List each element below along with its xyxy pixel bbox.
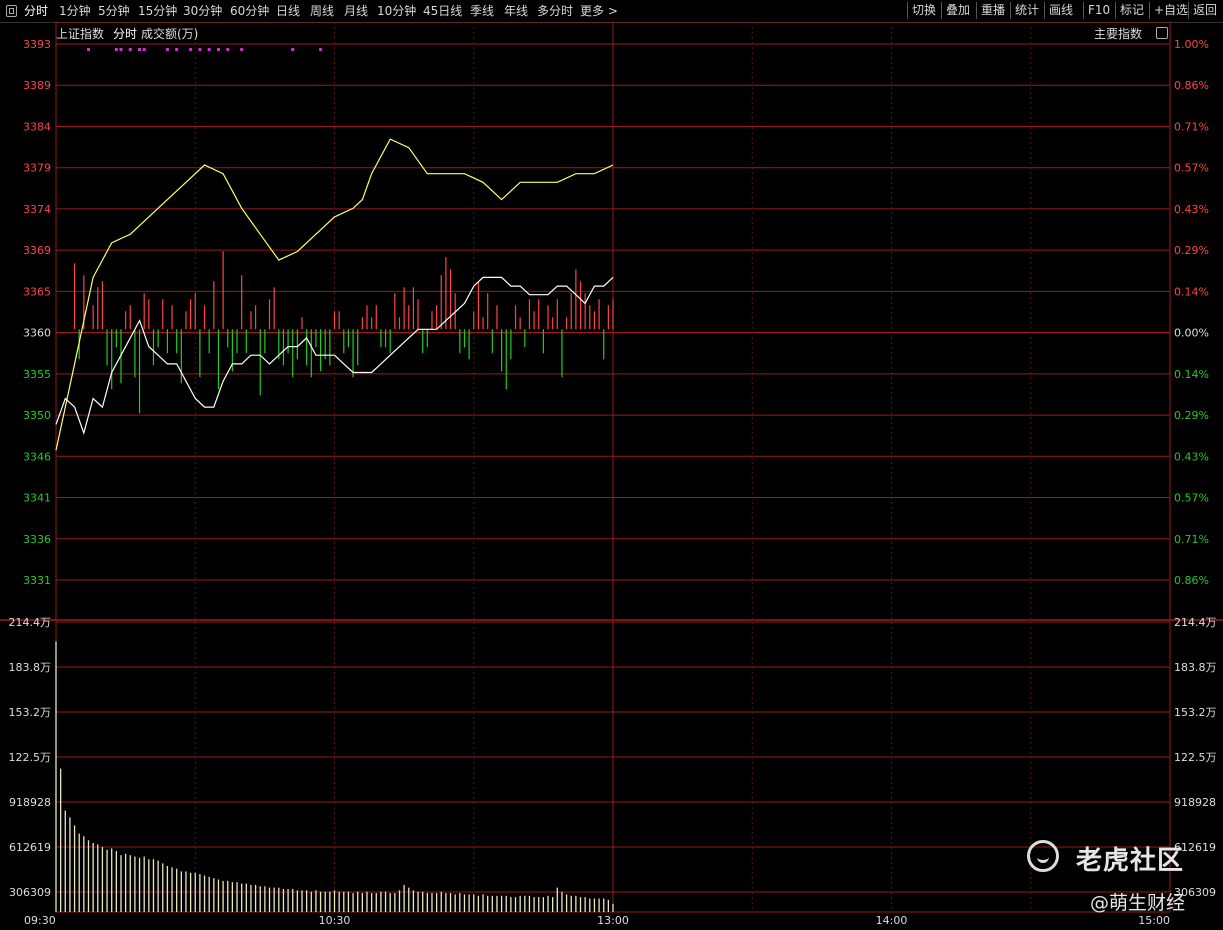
volume-tick-label: 612619 xyxy=(9,841,51,854)
price-tick-label: 3379 xyxy=(23,162,51,175)
event-marker xyxy=(319,48,323,51)
event-marker xyxy=(119,48,123,51)
volume-tick-label-right: 153.2万 xyxy=(1174,706,1217,719)
watermark-author: @萌生财经 xyxy=(1090,892,1186,914)
volume-tick-label-right: 122.5万 xyxy=(1174,751,1217,764)
tool-1[interactable]: 叠加 xyxy=(941,2,974,19)
panel-toggle-icon[interactable] xyxy=(6,5,17,17)
event-marker xyxy=(165,48,169,51)
tab-2[interactable]: 5分钟 xyxy=(98,3,130,19)
event-marker xyxy=(207,48,211,51)
price-tick-label: 3350 xyxy=(23,409,51,422)
pct-tick-label: 0.29% xyxy=(1174,409,1209,422)
event-marker xyxy=(138,48,142,51)
event-marker xyxy=(86,48,90,51)
price-tick-label: 3355 xyxy=(23,368,51,381)
pct-tick-label: 0.29% xyxy=(1174,244,1209,257)
price-tick-label: 3374 xyxy=(23,203,51,216)
event-marker xyxy=(291,48,295,51)
volume-tick-label: 306309 xyxy=(9,886,51,899)
tool-5[interactable]: F10 xyxy=(1083,2,1114,19)
price-tick-label: 3360 xyxy=(23,327,51,340)
tab-12[interactable]: 年线 xyxy=(504,3,528,19)
time-tick-label: 10:30 xyxy=(319,914,351,927)
tab-10[interactable]: 45日线 xyxy=(423,3,462,19)
pct-tick-label: 0.00% xyxy=(1174,327,1209,340)
event-marker xyxy=(128,48,132,51)
price-tick-label: 3389 xyxy=(23,79,51,92)
price-tick-label: 3369 xyxy=(23,244,51,257)
pct-tick-label: 0.57% xyxy=(1174,492,1209,505)
tool-8[interactable]: 返回 xyxy=(1188,2,1221,19)
event-marker xyxy=(175,48,179,51)
tool-7[interactable]: +自选 xyxy=(1149,2,1192,19)
pct-tick-label: 0.14% xyxy=(1174,368,1209,381)
pct-tick-label: 1.00% xyxy=(1174,38,1209,51)
event-marker xyxy=(114,48,118,51)
event-marker xyxy=(198,48,202,51)
time-tick-label: 13:00 xyxy=(597,914,629,927)
time-tick-label: 09:30 xyxy=(24,914,56,927)
indicator-label[interactable]: 成交额(万) xyxy=(141,25,198,42)
price-tick-label: 3393 xyxy=(23,38,51,51)
time-tick-label: 14:00 xyxy=(876,914,908,927)
tab-6[interactable]: 日线 xyxy=(276,3,300,19)
toolbar: 分时 1分钟 5分钟 15分钟 30分钟 60分钟 日线 周线 月线 10分钟 45日线 季线 年线 多分… xyxy=(0,0,1223,23)
volume-tick-label-right: 183.8万 xyxy=(1174,661,1217,674)
pct-tick-label: 0.71% xyxy=(1174,120,1209,133)
price-tick-label: 3341 xyxy=(23,492,51,505)
event-marker xyxy=(216,48,220,51)
tab-5[interactable]: 60分钟 xyxy=(230,3,269,19)
price-tick-label: 3346 xyxy=(23,450,51,463)
tool-2[interactable]: 重播 xyxy=(976,2,1009,19)
tiger-logo-icon xyxy=(1027,840,1059,872)
pct-tick-label: 0.14% xyxy=(1174,285,1209,298)
volume-tick-label: 918928 xyxy=(9,796,51,809)
volume-tick-label: 183.8万 xyxy=(9,661,52,674)
volume-tick-label: 153.2万 xyxy=(9,706,52,719)
pct-tick-label: 0.57% xyxy=(1174,162,1209,175)
main-index-label[interactable]: 主要指数 xyxy=(1094,25,1142,42)
price-tick-label: 3384 xyxy=(23,120,51,133)
watermark-brand: 老虎社区 xyxy=(1076,846,1185,876)
collapse-icon[interactable] xyxy=(1156,27,1168,39)
price-tick-label: 3336 xyxy=(23,533,51,546)
price-tick-label: 3365 xyxy=(23,285,51,298)
volume-tick-label-right: 214.4万 xyxy=(1174,616,1217,629)
tool-4[interactable]: 画线 xyxy=(1044,2,1077,19)
volume-tick-label: 122.5万 xyxy=(9,751,52,764)
volume-tick-label-right: 918928 xyxy=(1174,796,1216,809)
pct-tick-label: 0.71% xyxy=(1174,533,1209,546)
mode-label[interactable]: 分时 xyxy=(113,25,137,42)
tab-7[interactable]: 周线 xyxy=(310,3,334,19)
pct-tick-label: 0.43% xyxy=(1174,203,1209,216)
price-tick-label: 3331 xyxy=(23,574,51,587)
tool-0[interactable]: 切换 xyxy=(907,2,940,19)
tab-4[interactable]: 30分钟 xyxy=(183,3,222,19)
tab-9[interactable]: 10分钟 xyxy=(377,3,416,19)
tab-3[interactable]: 15分钟 xyxy=(138,3,177,19)
tab-1[interactable]: 1分钟 xyxy=(59,3,91,19)
tab-14[interactable]: 更多 > xyxy=(580,3,618,19)
event-marker xyxy=(226,48,230,51)
volume-tick-label: 214.4万 xyxy=(9,616,52,629)
tab-0[interactable]: 分时 xyxy=(24,3,48,19)
index-name: 上证指数 xyxy=(56,27,105,41)
intraday-chart: 3393 1.00% 3389 0.86% 3384 0.71% 3379 0.57% 3374… xyxy=(0,22,1223,927)
pct-tick-label: 0.86% xyxy=(1174,79,1209,92)
time-tick-label: 15:00 xyxy=(1138,914,1170,927)
pct-tick-label: 0.86% xyxy=(1174,574,1209,587)
tool-3[interactable]: 统计 xyxy=(1010,2,1043,19)
tab-13[interactable]: 多分时 xyxy=(537,3,573,19)
tool-6[interactable]: 标记 xyxy=(1115,2,1148,19)
event-marker xyxy=(189,48,193,51)
event-marker xyxy=(240,48,244,51)
pct-tick-label: 0.43% xyxy=(1174,450,1209,463)
tab-11[interactable]: 季线 xyxy=(470,3,494,19)
event-marker xyxy=(142,48,146,51)
tab-8[interactable]: 月线 xyxy=(344,3,368,19)
